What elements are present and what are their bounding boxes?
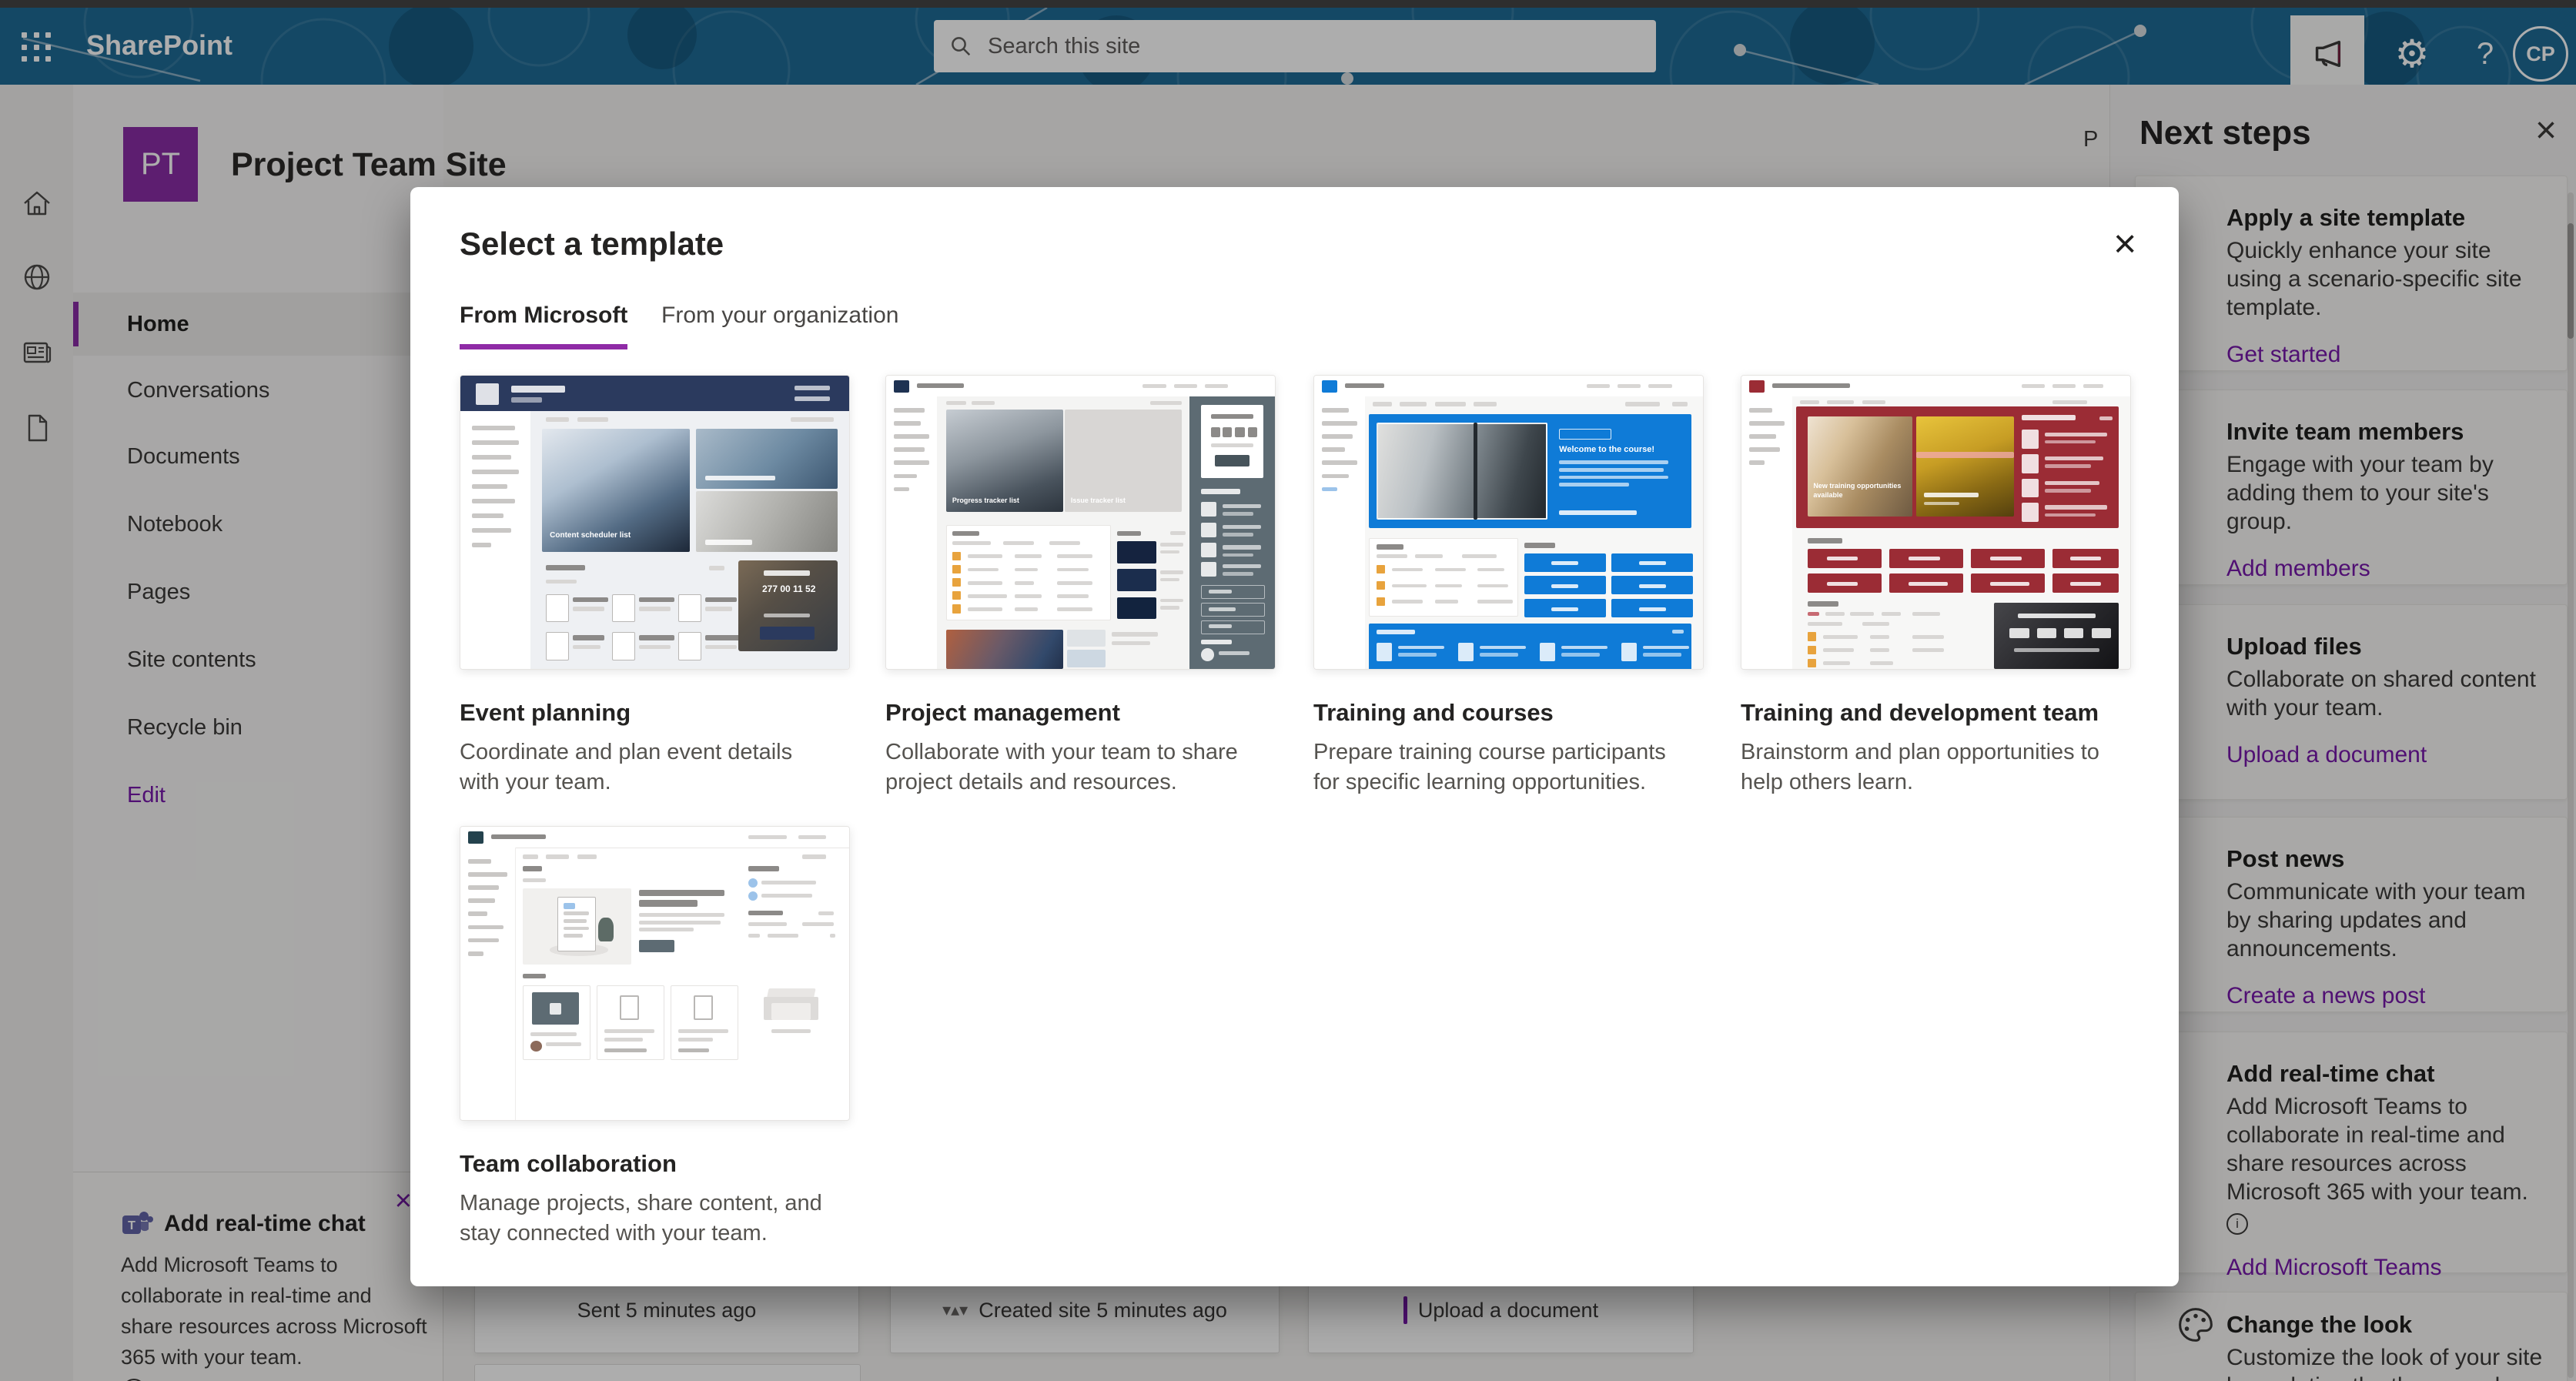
template-thumbnail-project-management: Progress tracker list Issue tracker list — [885, 375, 1276, 670]
template-description: Prepare training course participants for… — [1313, 740, 1666, 794]
template-card-training-and-development-team[interactable]: New training opportunities available Tra… — [1741, 375, 2131, 798]
template-description: Brainstorm and plan opportunities to hel… — [1741, 740, 2099, 794]
dialog-title: Select a template — [460, 226, 724, 262]
template-name: Event planning — [460, 699, 631, 726]
template-card-team-collaboration[interactable]: Team collaboration Manage projects, shar… — [460, 826, 850, 1249]
template-name: Training and courses — [1313, 699, 1554, 726]
tab-from-your-organization[interactable]: From your organization — [661, 303, 898, 344]
close-icon[interactable]: × — [2113, 224, 2136, 264]
template-description: Collaborate with your team to share proj… — [885, 740, 1238, 794]
tab-from-microsoft[interactable]: From Microsoft — [460, 303, 628, 349]
template-card-training-and-courses[interactable]: Welcome to the course! Training and cour… — [1313, 375, 1704, 798]
template-card-project-management[interactable]: Progress tracker list Issue tracker list — [885, 375, 1276, 798]
template-thumbnail-event-planning: Content scheduler list 277 00 11 52 — [460, 375, 850, 670]
template-thumbnail-training-and-courses: Welcome to the course! — [1313, 375, 1704, 670]
template-thumbnail-team-collaboration — [460, 826, 850, 1121]
select-template-dialog: Select a template × From Microsoft From … — [410, 187, 2179, 1286]
template-name: Team collaboration — [460, 1150, 677, 1177]
template-description: Coordinate and plan event details with y… — [460, 740, 793, 794]
template-thumbnail-training-and-development-team: New training opportunities available — [1741, 375, 2131, 670]
sharepoint-app: SharePoint ⚙ ? CP — [0, 0, 2576, 1381]
template-name: Training and development team — [1741, 699, 2099, 726]
template-card-event-planning[interactable]: Content scheduler list 277 00 11 52 Even… — [460, 375, 850, 798]
template-name: Project management — [885, 699, 1120, 726]
template-description: Manage projects, share content, and stay… — [460, 1191, 822, 1246]
